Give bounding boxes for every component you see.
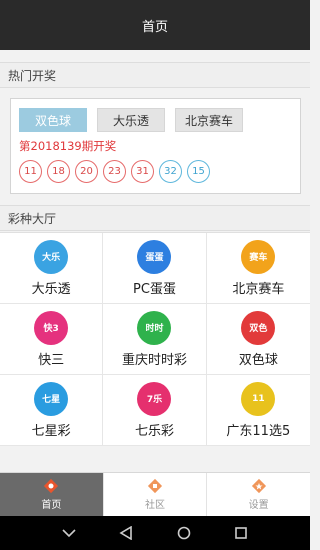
shuangseqiu-icon: 双色 bbox=[241, 310, 276, 345]
hall-item-label: PC蛋蛋 bbox=[133, 281, 176, 297]
tab-bjsaiche[interactable]: 北京赛车 bbox=[175, 108, 243, 132]
recents-icon[interactable] bbox=[233, 525, 249, 541]
red-ball: 18 bbox=[47, 160, 70, 183]
daletou-icon: 大乐 bbox=[34, 239, 69, 274]
draw-results-card: 双色球 大乐透 北京赛车 第2018139期开奖 11 18 20 23 31 … bbox=[10, 98, 301, 194]
hall-item-bjsaiche[interactable]: 赛车 北京赛车 bbox=[206, 233, 310, 304]
hall-item-kuaisan[interactable]: 快3 快三 bbox=[0, 304, 104, 375]
tab-label: 社区 bbox=[145, 500, 165, 511]
back-icon[interactable] bbox=[118, 525, 134, 541]
pcdandan-icon: 蛋蛋 bbox=[137, 239, 172, 274]
tab-label: 设置 bbox=[248, 500, 269, 511]
home-icon bbox=[43, 478, 59, 494]
blue-ball: 32 bbox=[159, 160, 182, 183]
red-ball: 20 bbox=[75, 160, 98, 183]
blue-ball: 15 bbox=[187, 160, 210, 183]
draw-balls: 11 18 20 23 31 32 15 bbox=[19, 160, 210, 183]
hall-item-label: 双色球 bbox=[238, 352, 278, 368]
system-nav-bar bbox=[0, 516, 310, 550]
gd11x5-icon: 11 bbox=[241, 381, 276, 416]
lottery-hall-grid: 大乐 大乐透 蛋蛋 PC蛋蛋 赛车 北京赛车 快3 快三 时时 重庆时时彩 双色… bbox=[0, 232, 310, 446]
lottery-hall-header: 彩种大厅 bbox=[0, 205, 310, 231]
community-icon bbox=[147, 478, 163, 494]
hall-item-label: 七乐彩 bbox=[134, 423, 174, 439]
hall-item-cqssc[interactable]: 时时 重庆时时彩 bbox=[103, 304, 207, 375]
hall-item-label: 重庆时时彩 bbox=[121, 352, 187, 368]
kuaisan-icon: 快3 bbox=[34, 310, 69, 345]
tab-label: 首页 bbox=[41, 500, 62, 511]
tab-shuangseqiu[interactable]: 双色球 bbox=[19, 108, 87, 132]
hot-draws-header: 热门开奖 bbox=[0, 62, 310, 88]
hall-item-qixingcai[interactable]: 七星 七星彩 bbox=[0, 375, 104, 446]
hall-item-label: 快三 bbox=[38, 352, 65, 368]
page-title: 首页 bbox=[141, 19, 168, 35]
tab-settings[interactable]: 设置 bbox=[207, 473, 310, 516]
hall-item-gd11x5[interactable]: 11 广东11选5 bbox=[206, 375, 310, 446]
red-ball: 23 bbox=[103, 160, 126, 183]
draw-issue-label: 第2018139期开奖 bbox=[19, 139, 117, 153]
red-ball: 31 bbox=[131, 160, 154, 183]
qilecai-icon: 7乐 bbox=[137, 381, 172, 416]
hall-item-label: 七星彩 bbox=[31, 423, 71, 439]
hall-item-qilecai[interactable]: 7乐 七乐彩 bbox=[103, 375, 207, 446]
hall-item-label: 大乐透 bbox=[31, 281, 71, 297]
cqssc-icon: 时时 bbox=[137, 310, 172, 345]
tab-daletou[interactable]: 大乐透 bbox=[97, 108, 165, 132]
hall-item-shuangseqiu[interactable]: 双色 双色球 bbox=[206, 304, 310, 375]
bottom-tab-bar: 首页 社区 设置 bbox=[0, 472, 310, 516]
bjsaiche-icon: 赛车 bbox=[241, 239, 276, 274]
tab-community[interactable]: 社区 bbox=[104, 473, 208, 516]
qixingcai-icon: 七星 bbox=[34, 381, 69, 416]
lottery-tabs: 双色球 大乐透 北京赛车 bbox=[19, 108, 243, 132]
settings-icon bbox=[251, 478, 267, 494]
tab-home[interactable]: 首页 bbox=[0, 473, 104, 516]
hall-item-label: 广东11选5 bbox=[226, 423, 291, 439]
home-circle-icon[interactable] bbox=[176, 525, 192, 541]
hall-item-pcdandan[interactable]: 蛋蛋 PC蛋蛋 bbox=[103, 233, 207, 304]
chevron-down-icon[interactable] bbox=[61, 525, 77, 541]
title-bar: 首页 bbox=[0, 0, 310, 50]
red-ball: 11 bbox=[19, 160, 42, 183]
hall-item-daletou[interactable]: 大乐 大乐透 bbox=[0, 233, 104, 304]
hall-item-label: 北京赛车 bbox=[232, 281, 285, 297]
